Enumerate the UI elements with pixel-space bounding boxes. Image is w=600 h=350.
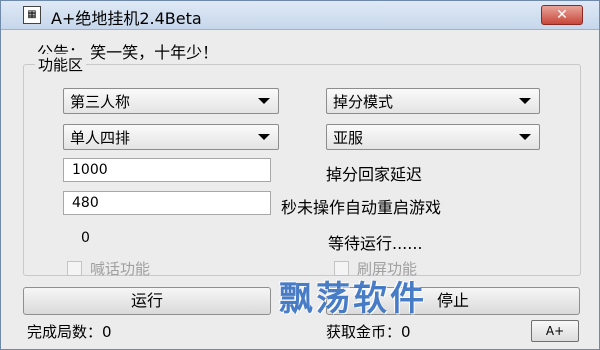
watermark-text: 飘荡软件 bbox=[279, 279, 427, 319]
server-value: 亚服 bbox=[333, 129, 364, 147]
app-icon: ▦ bbox=[23, 6, 41, 24]
idle-input[interactable] bbox=[70, 192, 264, 214]
chevron-down-icon bbox=[519, 98, 531, 104]
view-mode-combo[interactable]: 第三人称 bbox=[63, 88, 279, 114]
shout-checkbox-label: 喊话功能 bbox=[90, 260, 151, 278]
team-mode-value: 单人四排 bbox=[70, 129, 131, 147]
server-combo[interactable]: 亚服 bbox=[326, 124, 540, 150]
about-button[interactable]: A+ bbox=[531, 320, 579, 342]
chevron-down-icon bbox=[519, 134, 531, 140]
gold-earned: 获取金币：0 bbox=[326, 323, 411, 341]
chevron-down-icon bbox=[258, 134, 270, 140]
delay-input[interactable] bbox=[70, 159, 264, 181]
close-button[interactable]: ✕ bbox=[541, 5, 583, 25]
idle-restart-label: 秒未操作自动重启游戏 bbox=[281, 198, 442, 217]
delay-label: 掉分回家延迟 bbox=[326, 165, 423, 184]
app-window: ▦ A+绝地挂机2.4Beta ✕ 公告： 笑一笑，十年少！ 功能区 第三人称 … bbox=[0, 0, 600, 350]
score-mode-combo[interactable]: 掉分模式 bbox=[326, 88, 540, 114]
title-bar[interactable]: ▦ A+绝地挂机2.4Beta ✕ bbox=[1, 1, 599, 30]
rounds-completed: 完成局数：0 bbox=[27, 323, 112, 341]
counter-value: 0 bbox=[81, 230, 90, 246]
team-mode-combo[interactable]: 单人四排 bbox=[63, 124, 279, 150]
view-mode-value: 第三人称 bbox=[70, 93, 131, 111]
checkbox-box[interactable] bbox=[67, 261, 82, 276]
score-mode-value: 掉分模式 bbox=[333, 93, 394, 111]
groupbox-title: 功能区 bbox=[35, 54, 87, 75]
status-text: 等待运行...... bbox=[328, 234, 423, 253]
run-button[interactable]: 运行 bbox=[23, 287, 271, 315]
shout-checkbox[interactable]: 喊话功能 bbox=[67, 258, 150, 279]
delay-textbox[interactable] bbox=[63, 158, 271, 182]
idle-textbox[interactable] bbox=[63, 191, 271, 215]
chevron-down-icon bbox=[258, 98, 270, 104]
window-title: A+绝地挂机2.4Beta bbox=[51, 9, 202, 28]
